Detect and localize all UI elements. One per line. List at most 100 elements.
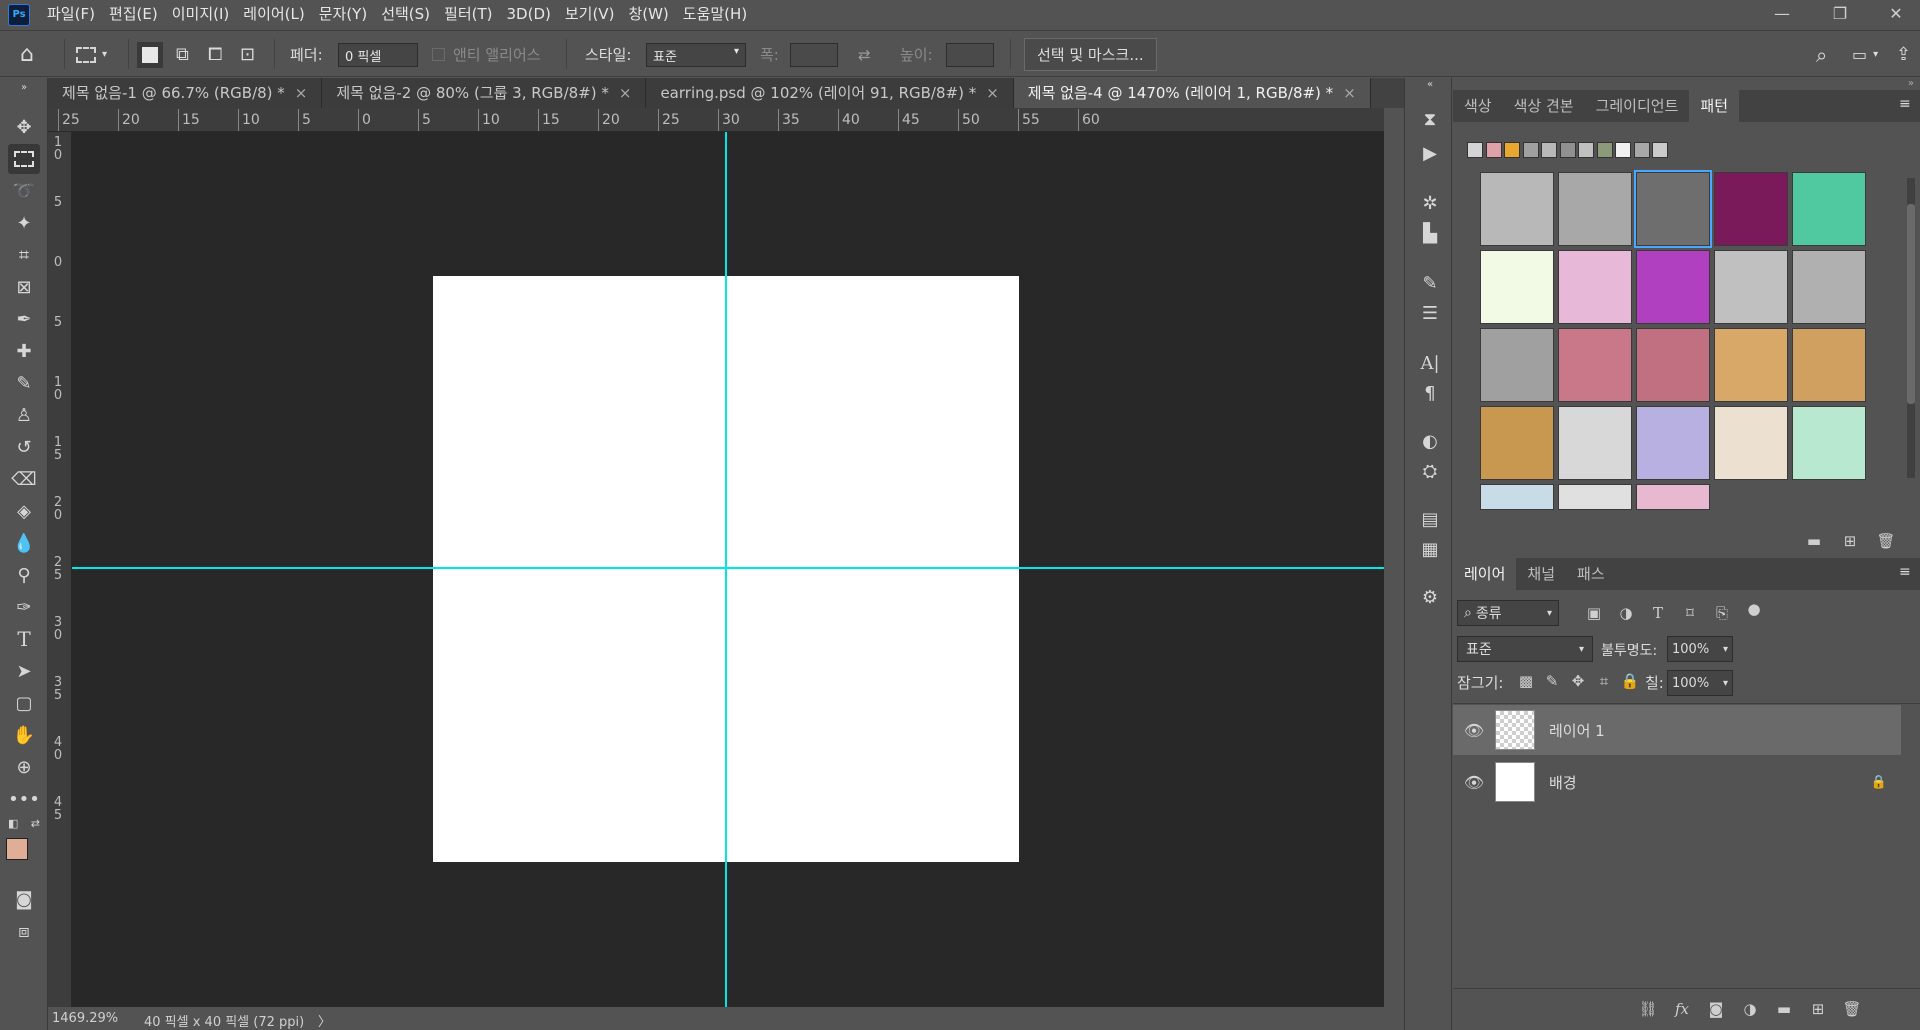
recent-swatch[interactable] [1652,142,1668,158]
share-icon[interactable]: ⇪ [1896,31,1911,78]
width-input[interactable] [790,42,838,67]
collapse-icon[interactable]: » [8,80,40,94]
pattern-swatch[interactable] [1714,250,1788,324]
horizontal-guide[interactable] [72,567,1384,569]
notes-icon[interactable]: ▦ [1417,536,1443,562]
panel-tab[interactable]: 그레이디언트 [1585,90,1690,122]
panel-tab[interactable]: 패턴 [1689,90,1739,122]
pattern-swatch[interactable] [1636,250,1710,324]
recent-swatch[interactable] [1596,142,1613,158]
layer-style-fx-icon[interactable]: fx [1671,998,1693,1020]
menu-item[interactable]: 이미지(I) [165,0,237,29]
filter-pixel-icon[interactable]: ▣ [1583,602,1605,624]
layer-name[interactable]: 레이어 1 [1549,720,1605,741]
character-icon[interactable]: A| [1417,350,1443,376]
pattern-swatch[interactable] [1558,328,1632,402]
swatch-panel-menu-icon[interactable]: ≡ [1899,96,1911,112]
type-tool-icon[interactable]: T [8,624,40,654]
lock-icon[interactable]: 🔒 [1871,775,1887,790]
pattern-swatch[interactable] [1792,250,1866,324]
paragraph-icon[interactable]: ¶ [1417,380,1443,406]
learn-icon[interactable]: ⚙ [1417,584,1443,610]
rectangle-tool-icon[interactable]: ▢ [8,688,40,718]
menu-item[interactable]: 도움말(H) [676,0,754,29]
document-tab[interactable]: earring.psd @ 102% (레이어 91, RGB/8#) * × [646,78,1014,108]
layer-name[interactable]: 배경 [1549,772,1577,793]
pattern-swatch[interactable] [1634,170,1712,248]
filter-type-icon[interactable]: T [1647,602,1669,624]
recent-swatch[interactable] [1467,142,1483,158]
panel-tab[interactable]: 색상 [1453,90,1503,122]
document-tab[interactable]: 제목 없음-1 @ 66.7% (RGB/8) * × [48,78,323,108]
delete-layer-icon[interactable]: 🗑 [1841,998,1863,1020]
add-selection-icon[interactable]: ⧉ [176,31,189,78]
recent-swatch[interactable] [1504,142,1520,158]
foreground-color-swatch[interactable] [6,838,28,860]
close-tab-icon[interactable]: × [1343,84,1356,102]
adjustments-icon[interactable]: ☰ [1417,300,1443,326]
lock-artboard-icon[interactable]: ⌗ [1593,670,1615,692]
recent-swatch[interactable] [1559,142,1576,158]
workspace-icon[interactable]: ▭ ▾ [1852,31,1878,78]
document-tab[interactable]: 제목 없음-4 @ 1470% (레이어 1, RGB/8#) * × [1013,78,1371,108]
panel-tab[interactable]: 채널 [1516,558,1566,590]
canvas-scrollbar[interactable] [1384,132,1404,1007]
filter-smart-object-icon[interactable]: ⎘ [1711,602,1733,624]
layers-panel-menu-icon[interactable]: ≡ [1899,564,1911,580]
new-selection-icon[interactable] [137,31,163,78]
lock-all-icon[interactable]: 🔒 [1619,670,1641,692]
panel-tab[interactable]: 패스 [1566,558,1616,590]
recent-swatch[interactable] [1578,142,1594,158]
quick-mask-icon[interactable]: ◙ [8,884,40,914]
visibility-eye-icon[interactable]: 👁 [1453,773,1495,792]
layer-row[interactable]: 👁 배경 🔒 [1453,757,1901,807]
default-colors-icon[interactable]: ◧ ⇄ [8,814,40,832]
pattern-swatch[interactable] [1714,172,1788,246]
frame-tool-icon[interactable]: ⊠ [8,272,40,302]
pattern-swatch[interactable] [1480,406,1554,480]
menu-item[interactable]: 보기(V) [558,0,622,29]
pattern-swatch[interactable] [1558,172,1632,246]
swap-dimensions-icon[interactable]: ⇄ [858,31,871,78]
actions-play-icon[interactable]: ▶ [1417,140,1443,166]
menu-item[interactable]: 파일(F) [40,0,102,29]
close-tab-icon[interactable]: × [986,84,999,102]
histogram-icon[interactable]: ▙ [1417,220,1443,246]
lasso-tool-icon[interactable]: ➰ [8,176,40,206]
history-brush-icon[interactable]: ↺ [8,432,40,462]
brush-settings-icon[interactable]: ✎ [1417,270,1443,296]
antialias-checkbox[interactable]: 앤티 앨리어스 [432,31,541,78]
recent-swatch[interactable] [1485,142,1502,158]
path-selection-icon[interactable]: ➤ [8,656,40,686]
history-icon[interactable]: ⧗ [1417,106,1443,132]
link-layers-icon[interactable]: ⛓ [1637,998,1659,1020]
new-layer-icon[interactable]: ⊞ [1807,998,1829,1020]
subtract-selection-icon[interactable]: ⧠ [208,31,222,78]
more-tools-icon[interactable]: ••• [8,784,40,814]
pattern-swatch[interactable] [1792,172,1866,246]
adjustment-layer-icon[interactable]: ◑ [1739,998,1761,1020]
status-menu-arrow[interactable]: 〉 [318,1011,331,1030]
minimize-button[interactable]: — [1762,0,1802,26]
panel-tab[interactable]: 레이어 [1453,558,1517,590]
blur-tool-icon[interactable]: 💧 [8,528,40,558]
menu-item[interactable]: 편집(E) [102,0,165,29]
lock-transparent-icon[interactable]: ▩ [1515,670,1537,692]
screen-mode-icon[interactable]: ⧈ [8,916,40,946]
pattern-swatch[interactable] [1714,406,1788,480]
opacity-input[interactable]: 100% ▾ [1667,636,1733,662]
glyphs-icon[interactable]: ◐ [1417,428,1443,454]
pattern-swatch[interactable] [1480,172,1554,246]
zoom-level[interactable]: 1469.29% [52,1011,118,1026]
zoom-tool-icon[interactable]: ⊕ [8,752,40,782]
layer-filter-select[interactable]: ⌕ 종류 ▾ [1457,600,1559,626]
restore-button[interactable]: ❐ [1820,0,1860,26]
menu-item[interactable]: 레이어(L) [236,0,311,29]
lock-position-icon[interactable]: ✥ [1567,670,1589,692]
style-select[interactable]: 표준 ▾ [646,42,746,67]
move-tool-icon[interactable]: ✥ [8,112,40,142]
crop-tool-icon[interactable]: ⌗ [8,240,40,270]
canvas-area[interactable] [72,132,1384,1007]
recent-swatch[interactable] [1633,142,1650,158]
pattern-swatch[interactable] [1480,328,1554,402]
